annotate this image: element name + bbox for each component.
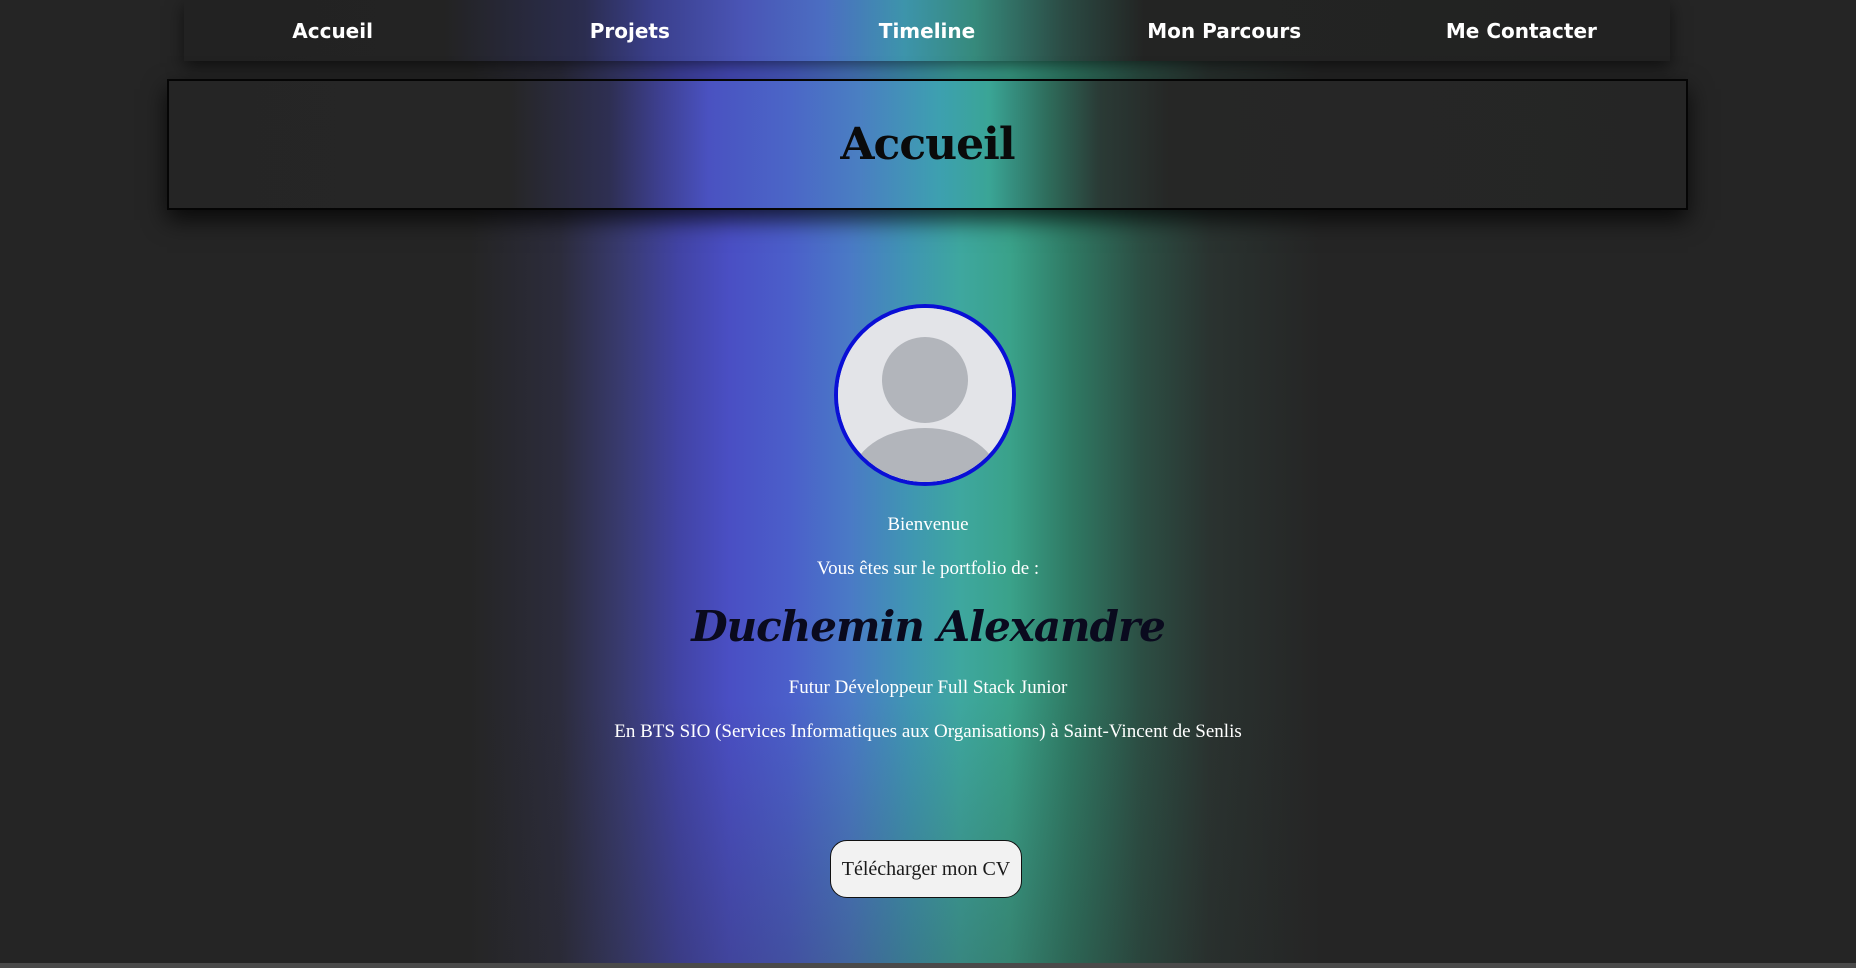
bottom-divider [0, 963, 1856, 968]
page-title: Accueil [840, 119, 1015, 170]
nav-item-timeline[interactable]: Timeline [778, 19, 1075, 43]
avatar [834, 304, 1016, 486]
user-silhouette-icon [838, 308, 1012, 482]
welcome-text: Bienvenue [887, 514, 969, 535]
page-header-banner: Accueil [167, 79, 1688, 210]
school-text: En BTS SIO (Services Informatiques aux O… [614, 721, 1242, 742]
intro-text: Vous êtes sur le portfolio de : [816, 558, 1040, 579]
nav-item-projets[interactable]: Projets [481, 19, 778, 43]
nav-item-mon-parcours[interactable]: Mon Parcours [1076, 19, 1373, 43]
owner-name: Duchemin Alexandre [691, 602, 1166, 651]
page: Accueil Projets Timeline Mon Parcours Me… [0, 0, 1856, 968]
role-text: Futur Développeur Full Stack Junior [788, 677, 1068, 698]
nav-item-accueil[interactable]: Accueil [184, 19, 481, 43]
nav-item-me-contacter[interactable]: Me Contacter [1373, 19, 1670, 43]
download-cv-button[interactable]: Télécharger mon CV [830, 840, 1022, 898]
top-navbar: Accueil Projets Timeline Mon Parcours Me… [184, 0, 1670, 61]
